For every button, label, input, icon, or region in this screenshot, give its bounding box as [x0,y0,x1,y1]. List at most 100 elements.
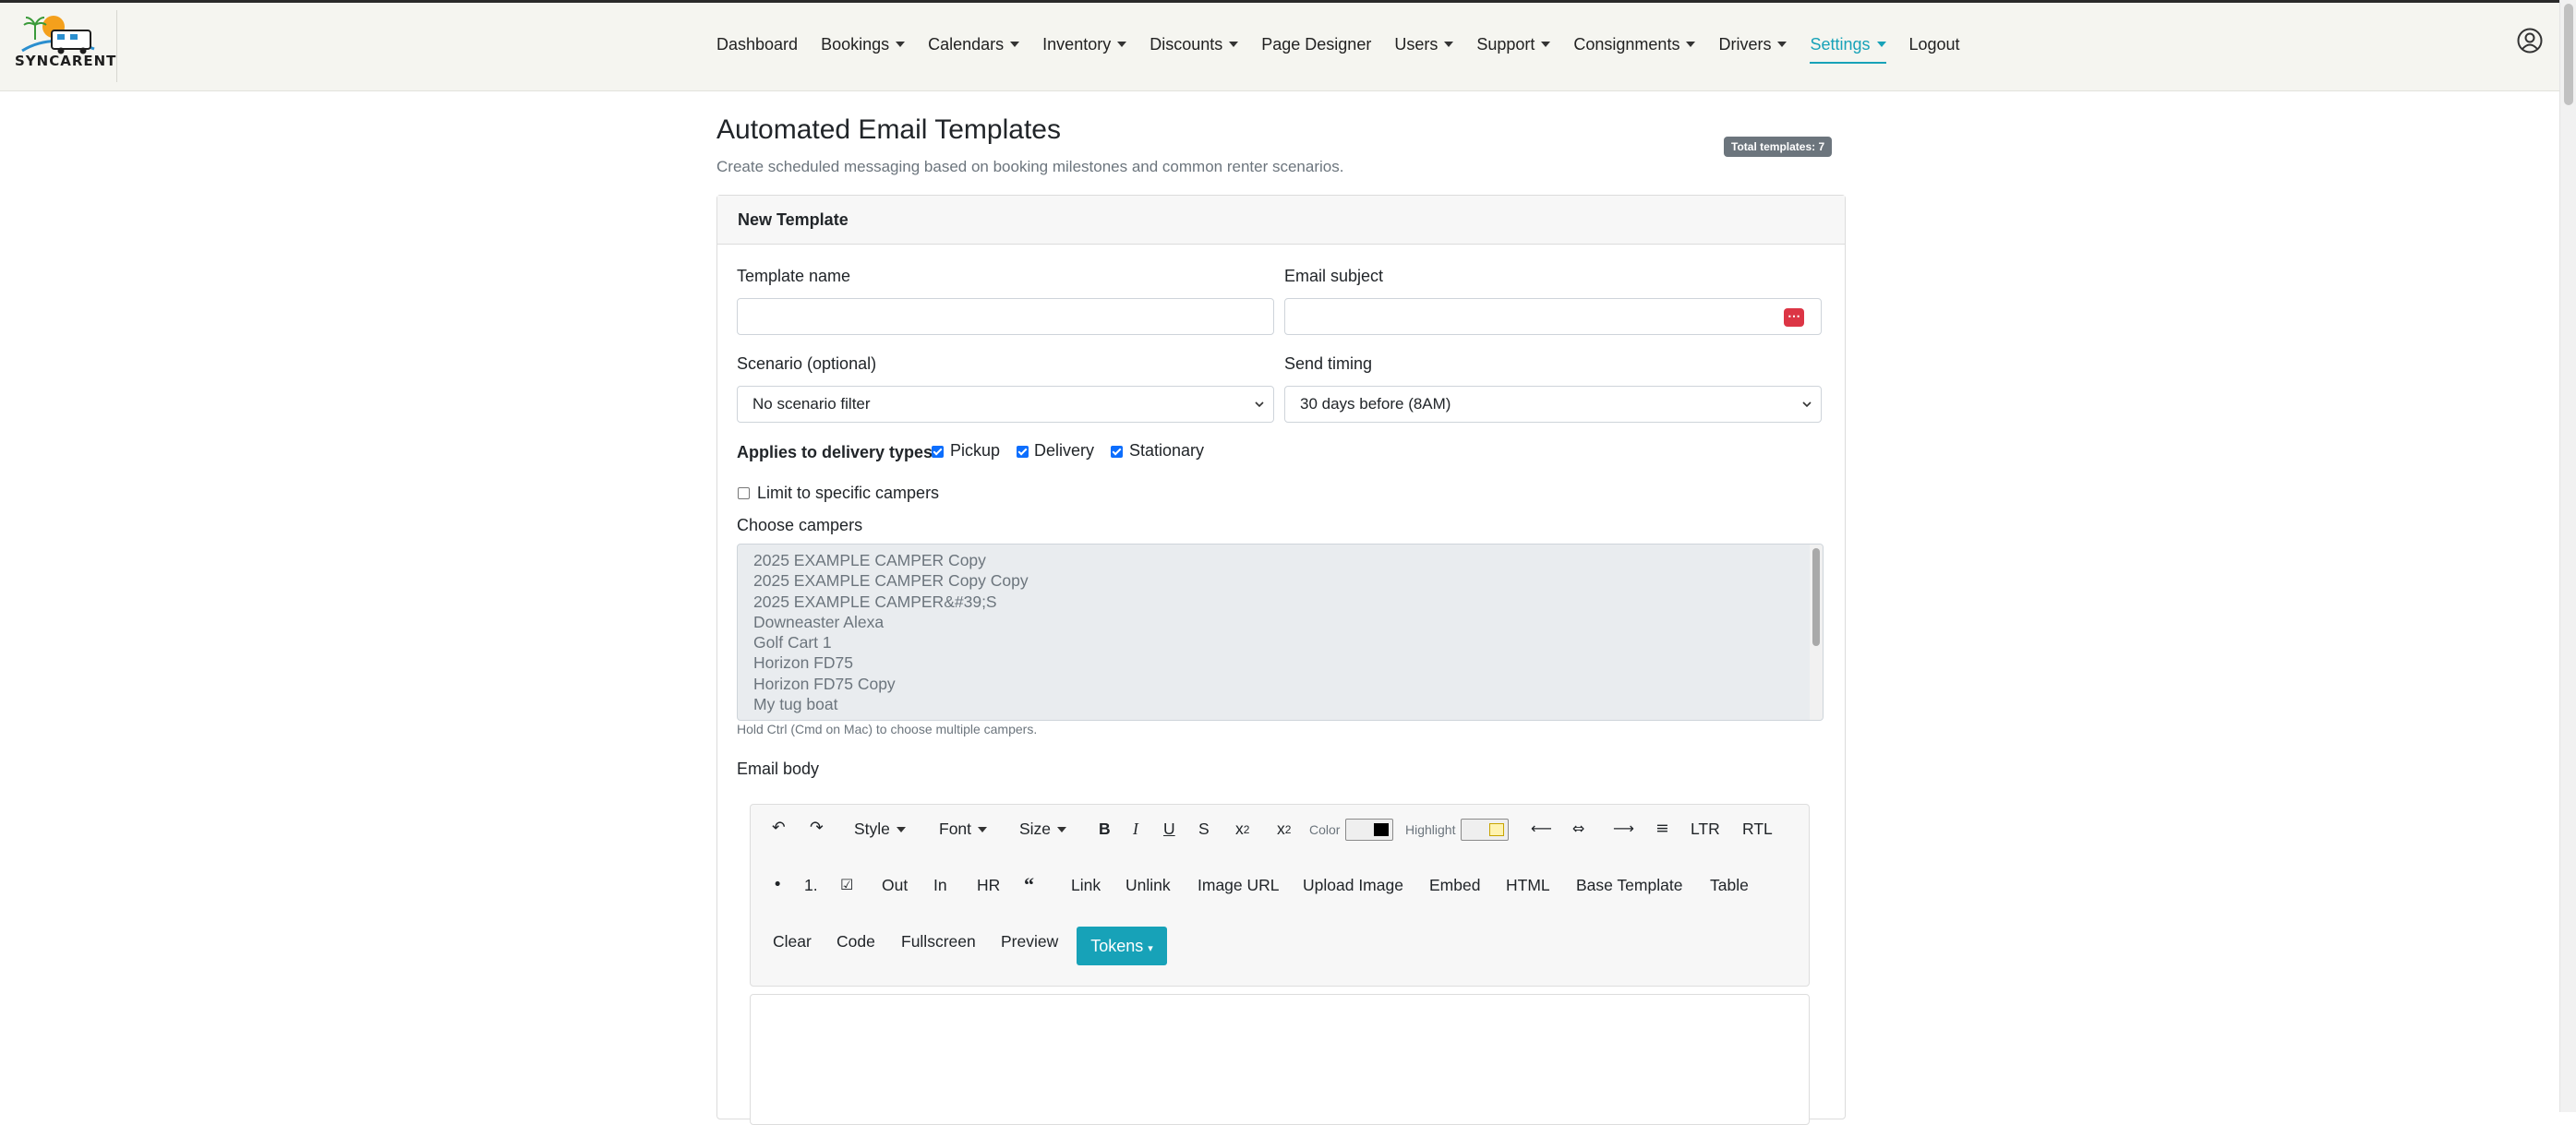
send-timing-select[interactable]: 30 days before (8AM) [1284,386,1822,423]
nav-discounts[interactable]: Discounts [1150,34,1239,54]
align-right-icon[interactable]: ⟶ [1613,820,1634,837]
subscript-button[interactable]: x2 [1277,820,1291,839]
ltr-button[interactable]: LTR [1691,820,1720,839]
code-button[interactable]: Code [837,932,875,951]
subscript-base: x [1277,820,1285,838]
superscript-button[interactable]: x2 [1235,820,1249,839]
camper-option[interactable]: 2025 EXAMPLE CAMPER Copy [753,550,1029,570]
clear-button[interactable]: Clear [773,932,812,951]
campers-multiselect[interactable]: 2025 EXAMPLE CAMPER Copy 2025 EXAMPLE CAM… [737,544,1824,721]
redo-icon[interactable]: ↷ [810,819,824,837]
style-dropdown[interactable]: Style [854,820,906,839]
caret-down-icon [1117,42,1127,47]
nav-page-designer[interactable]: Page Designer [1261,35,1371,54]
hr-button[interactable]: HR [977,876,1000,895]
card-title: New Template [717,196,1845,245]
email-body-editor[interactable] [750,994,1810,1125]
tokens-button[interactable]: Tokens ▾ [1077,927,1167,965]
caret-down-icon [1541,42,1551,47]
outdent-button[interactable]: Out [882,876,908,895]
camper-option[interactable]: 2025 EXAMPLE CAMPER&#39;S [753,592,1029,612]
delivery-checkbox[interactable] [1017,446,1029,458]
bold-button[interactable]: B [1099,820,1111,839]
superscript-exp: 2 [1243,822,1250,836]
email-subject-label: Email subject [1284,267,1384,285]
align-justify-icon[interactable]: ≡ [1655,820,1669,838]
camper-option[interactable]: Horizon FD75 Copy [753,674,1029,694]
nav-dashboard[interactable]: Dashboard [716,35,798,54]
text-color-picker[interactable]: Color [1309,819,1394,841]
camper-option[interactable]: Golf Cart 1 [753,632,1029,652]
delivery-types-label: Applies to delivery types [737,443,933,461]
campers-scrollbar-thumb[interactable] [1812,548,1820,646]
send-timing-label: Send timing [1284,354,1373,373]
caret-down-icon [1444,42,1454,47]
nav-logout[interactable]: Logout [1909,35,1960,54]
nav-support[interactable]: Support [1476,35,1551,54]
caret-down-icon [1686,42,1696,47]
nav-item-label: Dashboard [716,34,799,54]
user-circle-icon[interactable] [2517,28,2543,54]
campers-scrollbar[interactable] [1810,545,1823,720]
highlight-color-picker[interactable]: Highlight [1405,819,1510,841]
stationary-checkbox[interactable] [1111,446,1123,458]
fullscreen-button[interactable]: Fullscreen [901,932,976,951]
ordered-list-button[interactable]: 1. [804,876,818,895]
bullet-list-icon[interactable]: • [773,876,782,894]
nav-consignments[interactable]: Consignments [1573,35,1696,54]
color-swatch-fill [1374,823,1390,836]
template-name-input[interactable] [737,298,1274,335]
page-scrollbar[interactable] [2559,0,2576,1112]
italic-button[interactable]: I [1133,820,1138,839]
page-scrollbar-thumb[interactable] [2564,4,2573,105]
upload-image-button[interactable]: Upload Image [1303,876,1403,895]
base-template-button[interactable]: Base Template [1576,876,1682,895]
color-label: Color [1309,822,1341,837]
underline-button[interactable]: U [1163,820,1175,839]
indent-button[interactable]: In [933,876,947,895]
camper-option[interactable]: Downeaster Alexa [753,612,1029,632]
embed-button[interactable]: Embed [1429,876,1480,895]
template-name-label: Template name [737,267,851,285]
subject-token-icon[interactable]: ⋯ [1784,308,1804,327]
navbar-divider [116,10,117,82]
strikethrough-button[interactable]: S [1198,820,1210,839]
camper-option[interactable]: My tug boat [753,694,1029,714]
nav-item-label: Bookings [821,34,890,54]
color-swatch[interactable] [1345,819,1394,841]
image-url-button[interactable]: Image URL [1198,876,1280,895]
size-dropdown[interactable]: Size [1019,820,1067,839]
nav-settings[interactable]: Settings [1810,35,1886,64]
chevron-down-icon [1802,401,1812,408]
unlink-button[interactable]: Unlink [1125,876,1171,895]
align-left-icon[interactable]: ⟵ [1531,820,1552,837]
html-button[interactable]: HTML [1506,876,1550,895]
limit-campers-checkbox[interactable] [738,487,750,499]
undo-icon[interactable]: ↶ [772,819,786,837]
rtl-button[interactable]: RTL [1742,820,1773,839]
preview-button[interactable]: Preview [1001,932,1058,951]
scenario-select[interactable]: No scenario filter [737,386,1274,423]
checklist-icon[interactable]: ☑ [840,876,853,893]
camper-option[interactable]: 2025 EXAMPLE CAMPER Copy Copy [753,570,1029,591]
nav-calendars[interactable]: Calendars [928,35,1020,54]
nav-item-label: Inventory [1042,34,1112,54]
table-button[interactable]: Table [1710,876,1749,895]
nav-bookings[interactable]: Bookings [821,34,906,54]
caret-down-icon [1229,42,1239,47]
highlight-swatch[interactable] [1461,819,1510,841]
tokens-button-label: Tokens [1090,937,1144,955]
email-subject-input[interactable]: ⋯ [1284,298,1822,335]
delivery-label: Delivery [1034,441,1095,460]
align-center-icon[interactable]: ⇔ [1572,820,1584,837]
font-dropdown[interactable]: Font [939,820,988,839]
pickup-checkbox[interactable] [932,446,944,458]
blockquote-icon[interactable]: “ [1024,873,1034,897]
nav-users[interactable]: Users [1394,35,1454,54]
nav-item-label: Discounts [1150,34,1223,54]
campers-help-text: Hold Ctrl (Cmd on Mac) to choose multipl… [737,722,1038,736]
nav-drivers[interactable]: Drivers [1718,35,1788,54]
link-button[interactable]: Link [1071,876,1101,895]
nav-inventory[interactable]: Inventory [1042,34,1127,54]
camper-option[interactable]: Horizon FD75 [753,652,1029,673]
